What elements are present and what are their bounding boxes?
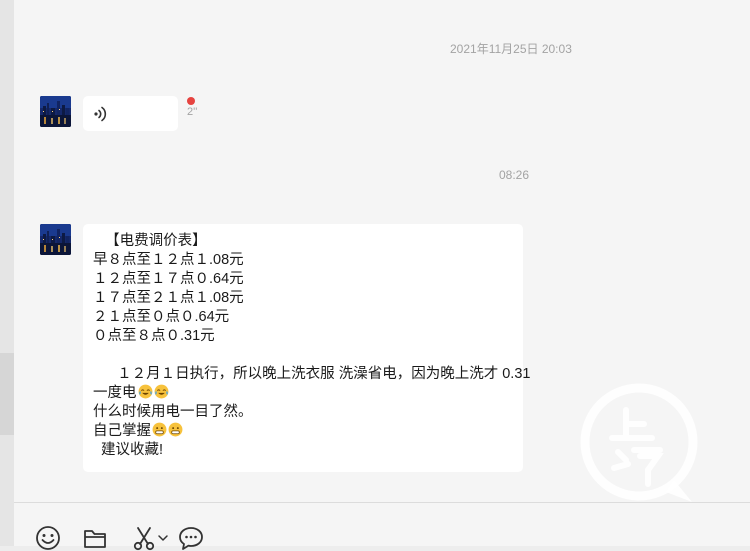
chat-bubble-icon[interactable] xyxy=(178,525,204,551)
chat-area: 2021年11月25日 20:03 2'' 08:26 【电费调价表】 早８点至… xyxy=(14,0,750,502)
avatar[interactable] xyxy=(40,96,71,127)
laughing-crying-emoji xyxy=(154,384,168,399)
voice-message-bubble[interactable] xyxy=(83,96,178,131)
input-toolbar xyxy=(14,503,750,551)
chevron-down-icon[interactable] xyxy=(157,533,169,543)
voice-wave-icon xyxy=(94,106,107,122)
message-line: 早８点至１２点１.08元 xyxy=(93,252,244,268)
grinning-emoji xyxy=(152,422,167,437)
voice-duration: 2'' xyxy=(187,106,198,118)
smiley-icon[interactable] xyxy=(35,525,61,551)
message-line: ０点至８点０.31元 xyxy=(93,328,215,344)
message-timestamp: 2021年11月25日 20:03 xyxy=(450,42,572,56)
message-line: 【电费调价表】 xyxy=(93,233,207,249)
message-line: １２点至１７点０.64元 xyxy=(93,271,244,287)
left-rail xyxy=(0,0,14,546)
message-line: １２月１日执行，所以晚上洗衣服 洗澡省电，因为晚上洗才 0.31 xyxy=(93,366,531,382)
message-line-text: 自己掌握 xyxy=(93,423,151,439)
message-line xyxy=(93,346,513,365)
scroll-handle[interactable] xyxy=(0,353,14,435)
message-line: ２１点至０点０.64元 xyxy=(93,309,230,325)
message-timestamp: 08:26 xyxy=(499,168,530,182)
message-line: １７点至２１点１.08元 xyxy=(93,290,244,306)
message-line: 什么时候用电一目了然。 xyxy=(93,404,253,420)
watermark-logo xyxy=(580,383,698,502)
message-line-text: 一度电 xyxy=(93,385,137,401)
unread-dot xyxy=(187,97,195,105)
laughing-crying-emoji xyxy=(138,384,152,399)
scissors-icon[interactable] xyxy=(131,525,157,551)
folder-icon[interactable] xyxy=(82,525,108,551)
message-line-with-emoji: 自己掌握 xyxy=(93,422,513,441)
message-line: 建议收藏! xyxy=(93,442,164,458)
text-message-bubble[interactable]: 【电费调价表】 早８点至１２点１.08元 １２点至１７点０.64元 １７点至２１… xyxy=(83,224,531,472)
avatar[interactable] xyxy=(40,224,71,255)
message-line-with-emoji: 一度电 xyxy=(93,384,513,403)
grinning-emoji xyxy=(168,422,183,437)
